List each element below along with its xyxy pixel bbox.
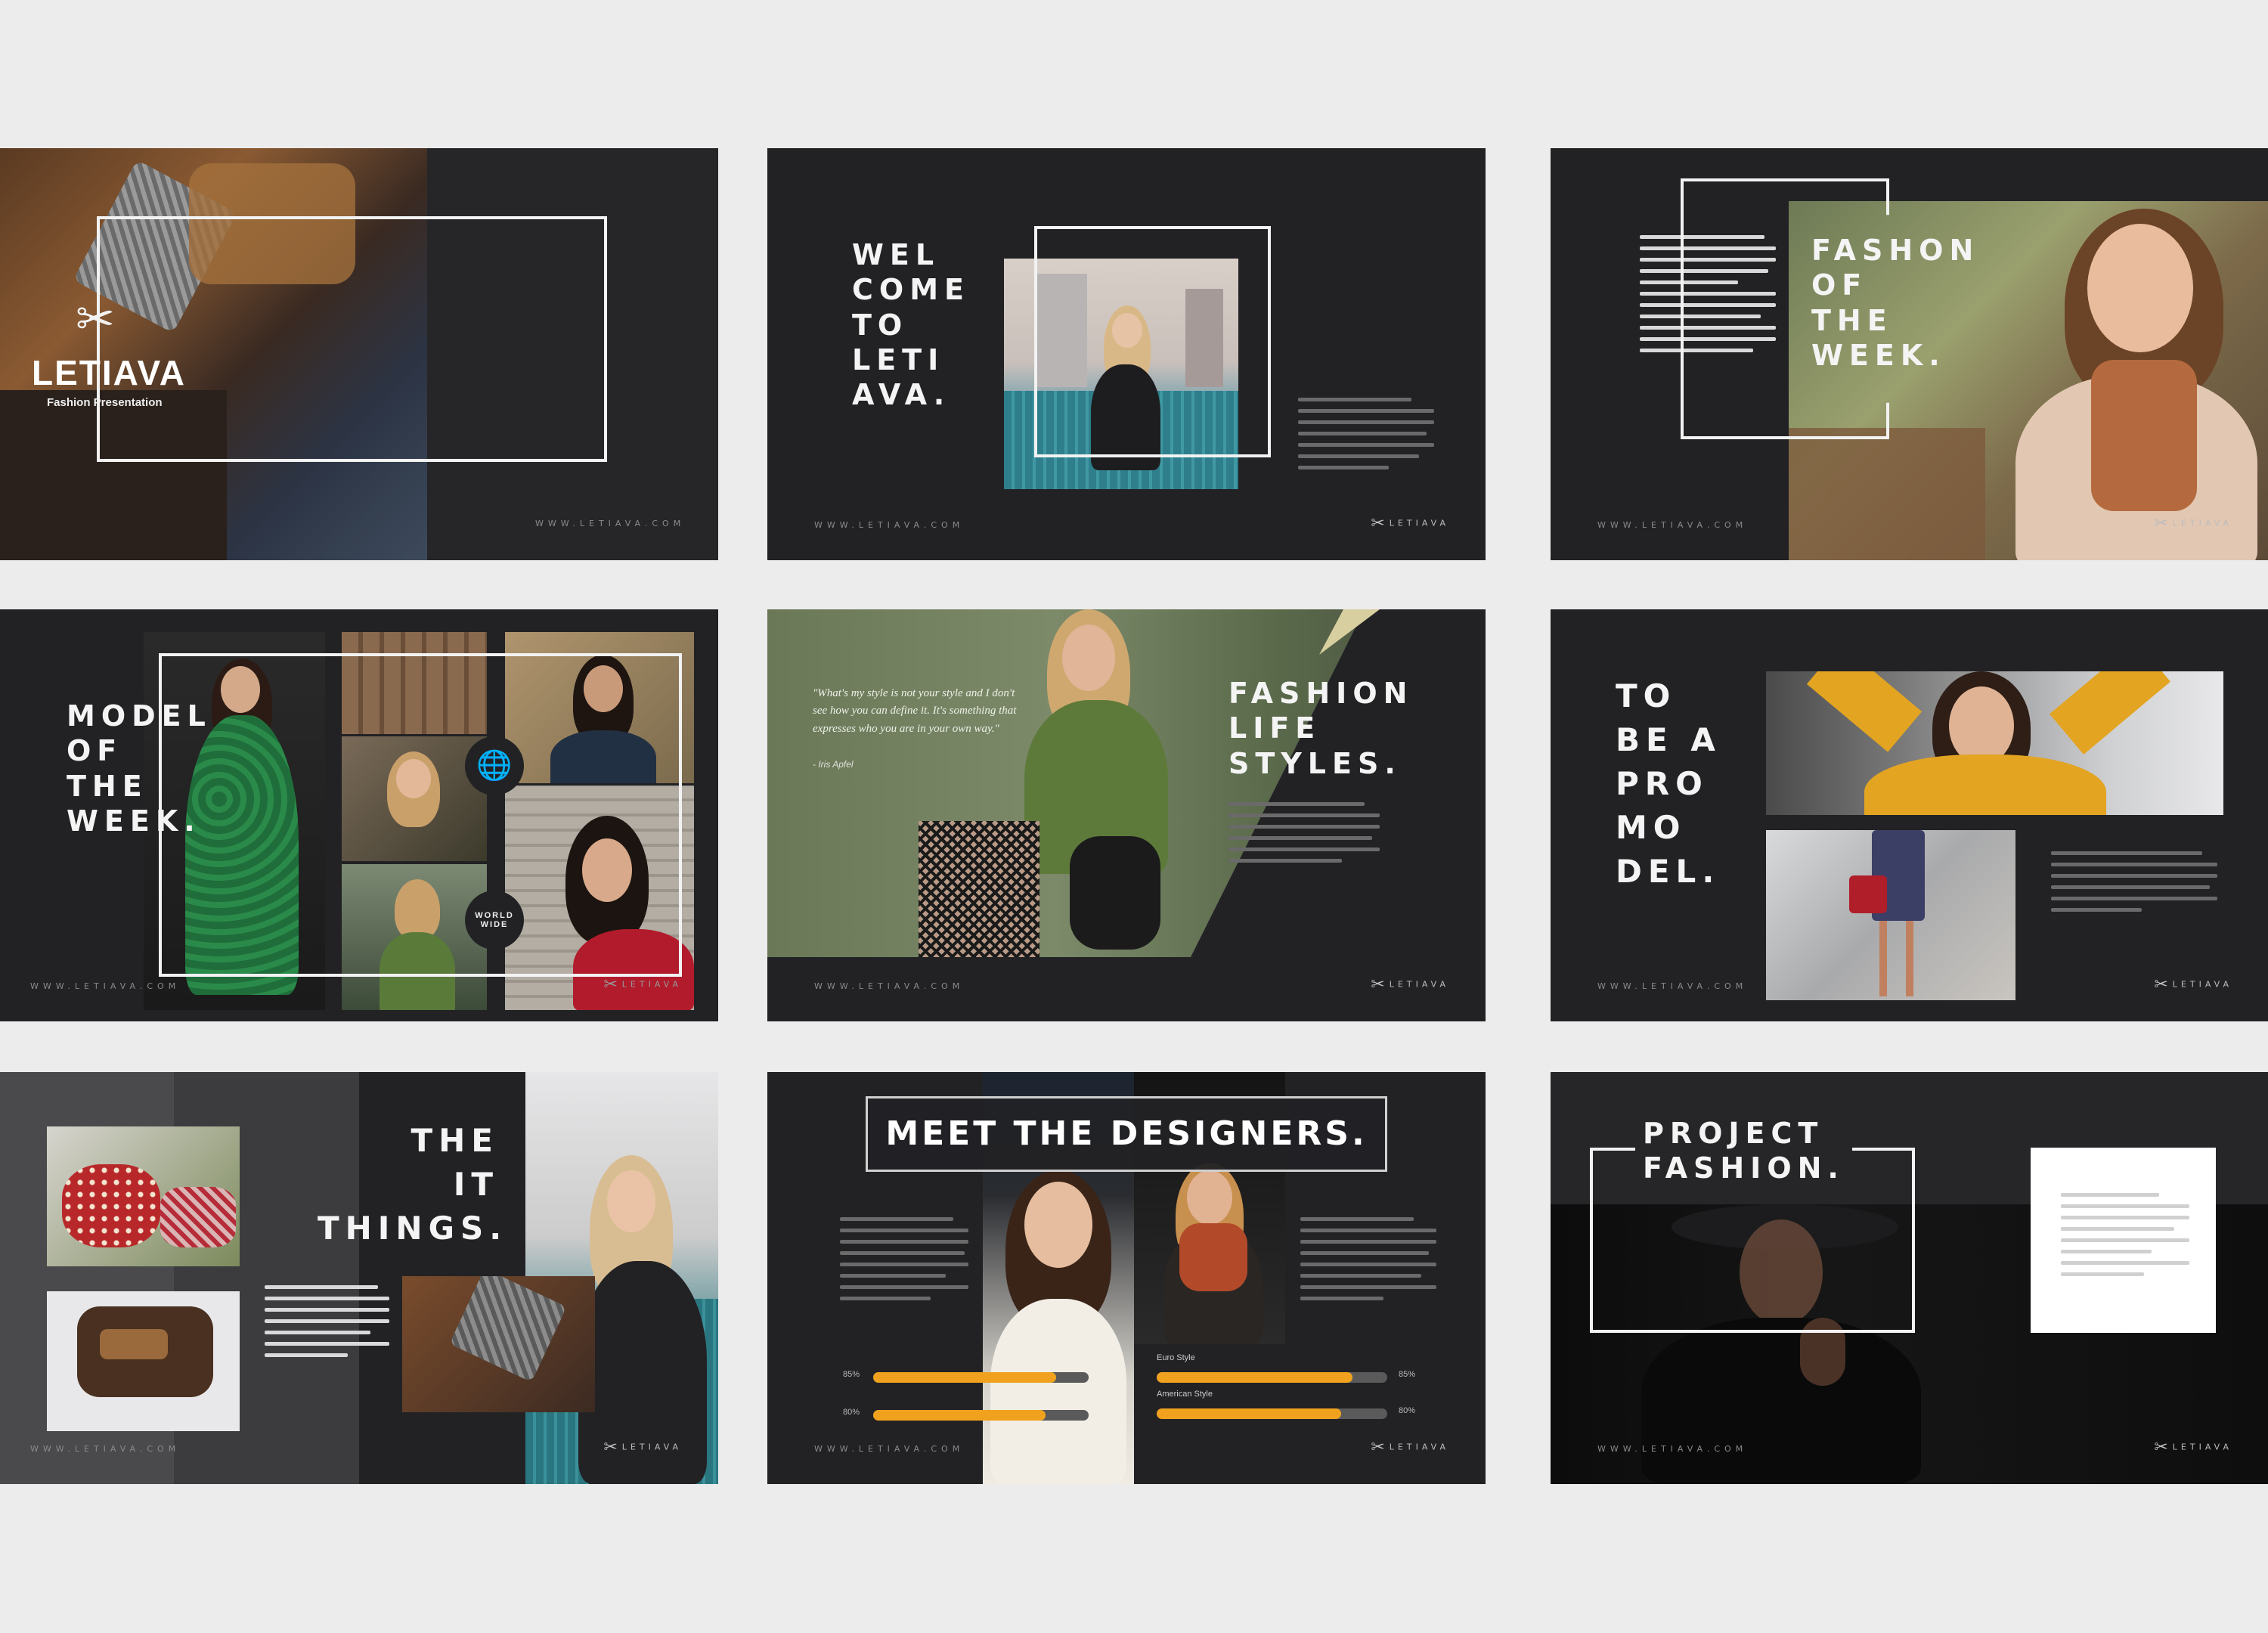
- bar-fill: [873, 1372, 1057, 1383]
- bar-fill: [1157, 1408, 1341, 1419]
- footer-url[interactable]: WWW.LETIAVA.COM: [1597, 981, 1747, 991]
- slide-model-week[interactable]: 🌐 WORLD WIDE MODEL OF THE WEEK. WWW.LETI…: [0, 609, 718, 1021]
- slide-welcome[interactable]: WEL COME TO LETI AVA. WWW.LETIAVA.COM ✂ L…: [767, 148, 1486, 560]
- bar-pct-label: 85%: [1399, 1370, 1416, 1379]
- text-card: [2031, 1148, 2216, 1333]
- model-frame: [159, 653, 682, 977]
- slide-title: FASHION LIFE STYLES.: [1228, 677, 1414, 780]
- body-text: [1298, 398, 1434, 477]
- slide-title: FASHON OF THE WEEK.: [1811, 234, 1980, 373]
- body-text: [1228, 802, 1380, 870]
- skill-bar: American Style 80%: [1157, 1390, 1429, 1426]
- footer-url[interactable]: WWW.LETIAVA.COM: [535, 519, 685, 528]
- scissors-icon: ✂: [76, 293, 115, 346]
- footer-url[interactable]: WWW.LETIAVA.COM: [1597, 1444, 1747, 1454]
- slide-title: MODEL OF THE WEEK.: [67, 699, 212, 838]
- footer-url[interactable]: WWW.LETIAVA.COM: [1597, 520, 1747, 530]
- brand-label: LETIAVA: [1389, 979, 1449, 990]
- footer-brand: ✂ LETIAVA: [1371, 1438, 1449, 1457]
- footer-url[interactable]: WWW.LETIAVA.COM: [814, 1444, 964, 1454]
- handbag-items-photo: [47, 1291, 240, 1431]
- footer-brand: ✂ LETIAVA: [1371, 975, 1449, 994]
- footer-url[interactable]: WWW.LETIAVA.COM: [30, 1444, 180, 1454]
- street-model-photo: [1766, 830, 2015, 1000]
- skill-bar: 85%: [843, 1367, 1092, 1385]
- world-wide-circle: WORLD WIDE: [465, 891, 524, 950]
- body-text: [1640, 235, 1776, 360]
- quote-author: - Iris Apfel: [813, 759, 854, 770]
- slide-title: MEET THE DESIGNERS.: [885, 1114, 1368, 1153]
- bar-fill: [873, 1410, 1046, 1421]
- scissors-icon: ✂: [603, 975, 618, 994]
- bar-track: [1157, 1372, 1387, 1383]
- body-text: [2051, 851, 2217, 919]
- quote-text: "What's my style is not your style and I…: [813, 687, 1017, 735]
- brand-label: LETIAVA: [2172, 518, 2232, 528]
- footer-url[interactable]: WWW.LETIAVA.COM: [30, 981, 180, 991]
- green-jacket-model-photo: [767, 609, 1365, 957]
- footer-brand: ✂ LETIAVA: [2154, 1438, 2232, 1457]
- slide-pro-model[interactable]: TO BE A PRO MO DEL. WWW.LETIAVA.COM ✂ LET…: [1551, 609, 2268, 1021]
- brand-label: LETIAVA: [2172, 979, 2232, 990]
- footer-url[interactable]: WWW.LETIAVA.COM: [814, 981, 964, 991]
- slide-fashion-week[interactable]: FASHON OF THE WEEK. WWW.LETIAVA.COM ✂ LET…: [1551, 148, 2268, 560]
- footer-brand: ✂ LETIAVA: [1371, 514, 1449, 533]
- slide-cover[interactable]: ✂ LETIAVA Fashion Presentation WWW.LETIA…: [0, 148, 718, 560]
- logo-text: LETIAVA: [32, 353, 186, 392]
- body-text: [265, 1285, 389, 1365]
- brand-label: LETIAVA: [621, 979, 682, 990]
- bar-track: [1157, 1408, 1387, 1419]
- footer-url[interactable]: WWW.LETIAVA.COM: [814, 520, 964, 530]
- footer-brand: ✂ LETIAVA: [2154, 514, 2232, 533]
- polka-bag-photo: [47, 1126, 240, 1266]
- bar-track: [873, 1372, 1089, 1383]
- footer-brand: ✂ LETIAVA: [603, 975, 682, 994]
- bar-fill: [1157, 1372, 1353, 1383]
- slide-life-styles[interactable]: "What's my style is not your style and I…: [767, 609, 1486, 1021]
- scissors-icon: ✂: [2154, 1438, 2168, 1457]
- slide-title: WEL COME TO LETI AVA.: [852, 238, 970, 412]
- slide-title: PROJECT FASHION.: [1635, 1116, 1852, 1186]
- skill-bar: 80%: [843, 1405, 1092, 1423]
- bar-label: American Style: [1157, 1390, 1213, 1399]
- bar-track: [873, 1410, 1089, 1421]
- brand-label: LETIAVA: [1389, 1442, 1449, 1452]
- skill-bars-right: Euro Style 85% American Style 80%: [1157, 1353, 1429, 1426]
- slide-it-things[interactable]: THE IT THINGS. WWW.LETIAVA.COM ✂ LETIAVA: [0, 1072, 718, 1484]
- bar-pct-label: 80%: [1399, 1406, 1416, 1415]
- scissors-icon: ✂: [603, 1438, 618, 1457]
- brand-label: LETIAVA: [1389, 518, 1449, 528]
- cover-frame: [97, 216, 607, 462]
- card-body-text: [2061, 1193, 2189, 1284]
- photo-frame: [1034, 226, 1271, 457]
- slide-title: THE IT THINGS.: [318, 1122, 508, 1247]
- footer-brand: ✂ LETIAVA: [2154, 975, 2232, 994]
- body-text-left: [840, 1217, 968, 1308]
- yellow-top-model-photo: [1766, 671, 2223, 815]
- designers-title-box: MEET THE DESIGNERS.: [866, 1096, 1387, 1172]
- skill-bars-left: 85% 80%: [843, 1367, 1092, 1423]
- scissors-icon: ✂: [1371, 514, 1385, 533]
- footer-brand: ✂ LETIAVA: [603, 1438, 682, 1457]
- slide-title: TO BE A PRO MO DEL.: [1616, 677, 1721, 890]
- body-text-right: [1300, 1217, 1436, 1308]
- world-wide-label: WORLD WIDE: [475, 910, 514, 929]
- bar-pct-label: 85%: [843, 1370, 860, 1379]
- brand-label: LETIAVA: [621, 1442, 682, 1452]
- scissors-icon: ✂: [2154, 975, 2168, 994]
- bar-pct-label: 80%: [843, 1408, 860, 1417]
- brand-label: LETIAVA: [2172, 1442, 2232, 1452]
- leather-bag-photo: [402, 1276, 595, 1412]
- scissors-icon: ✂: [1371, 975, 1385, 994]
- slide-project-fashion[interactable]: PROJECT FASHION. WWW.LETIAVA.COM ✂ LETIAV…: [1551, 1072, 2268, 1484]
- globe-icon: 🌐: [465, 736, 524, 795]
- bar-label: Euro Style: [1157, 1353, 1195, 1362]
- skill-bar: Euro Style 85%: [1157, 1353, 1429, 1390]
- slide-designers[interactable]: MEET THE DESIGNERS. 85% 80% Euro Style 8…: [767, 1072, 1486, 1484]
- scissors-icon: ✂: [2154, 514, 2168, 533]
- scissors-icon: ✂: [1371, 1438, 1385, 1457]
- logo-subtitle: Fashion Presentation: [47, 396, 163, 409]
